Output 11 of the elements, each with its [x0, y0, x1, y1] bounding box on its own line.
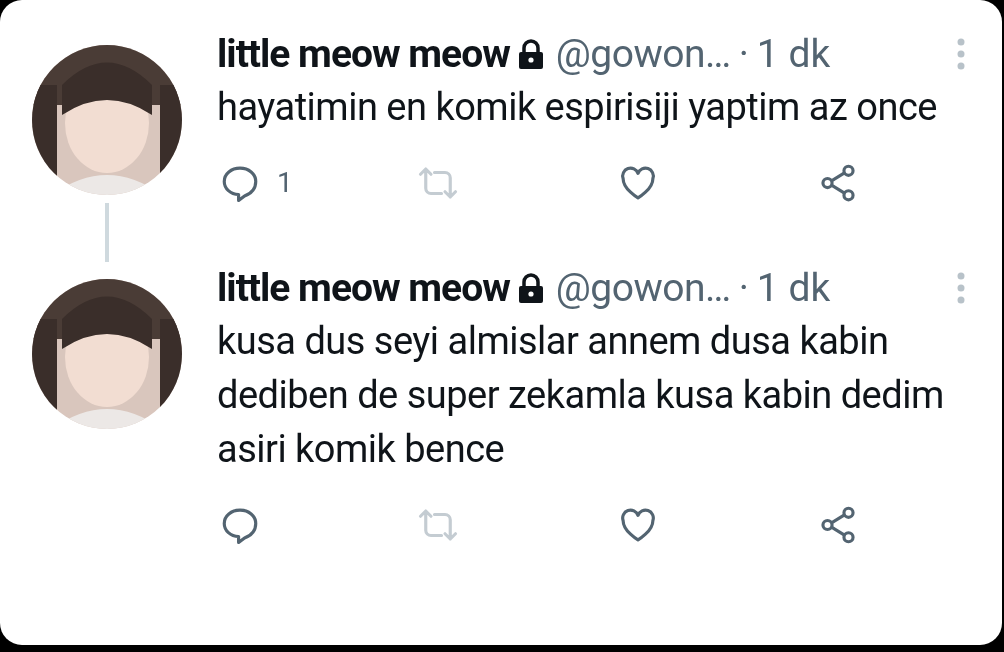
author-handle: @gowon…: [555, 29, 731, 79]
tweet-text: hayatimin en komik espirisiji yaptim az once: [217, 84, 938, 131]
tweet-text: kusa dus seyi almislar annem dusa kabin dediben de super zekamla kusa kabin dedim asiri komik bence: [217, 318, 945, 473]
timestamp: 1 dk: [756, 263, 831, 313]
separator: ·: [738, 263, 749, 313]
separator: ·: [738, 29, 749, 79]
author-handle: @gowon…: [555, 263, 731, 313]
timestamp: 1 dk: [756, 29, 831, 79]
author-name: little meow meow: [217, 263, 510, 313]
reply-count: 1: [277, 165, 293, 201]
author-name: little meow meow: [217, 29, 510, 79]
